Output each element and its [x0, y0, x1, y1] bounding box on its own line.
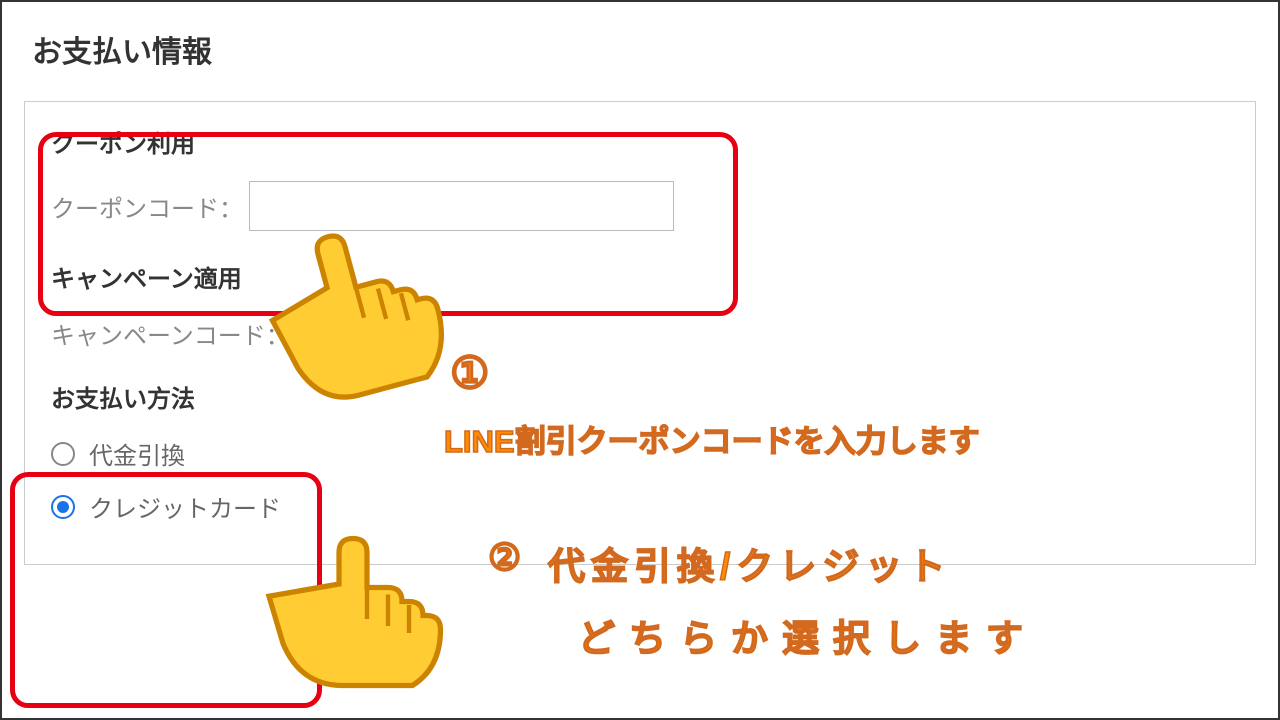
radio-icon[interactable] — [51, 495, 75, 519]
campaign-field-row: キャンペーンコード： — [51, 316, 1229, 351]
payment-method-section-label: お支払い方法 — [51, 379, 1229, 414]
campaign-section-label: キャンペーン適用 — [51, 259, 1229, 294]
coupon-code-label: クーポンコード： — [51, 189, 243, 224]
radio-icon[interactable] — [51, 442, 75, 466]
radio-label[interactable]: 代金引換 — [89, 436, 185, 471]
payment-option-credit[interactable]: クレジットカード — [51, 489, 1229, 524]
coupon-code-input[interactable] — [249, 181, 674, 231]
coupon-section-label: クーポン利用 — [51, 124, 1229, 159]
coupon-field-row: クーポンコード： — [51, 181, 1229, 231]
payment-option-cod[interactable]: 代金引換 — [51, 436, 1229, 471]
annotation-text-2b: どちらか選択します — [578, 608, 1037, 662]
payment-form-card: クーポン利用 クーポンコード： キャンペーン適用 キャンペーンコード： お支払い… — [24, 101, 1256, 565]
campaign-code-label: キャンペーンコード： — [51, 316, 290, 351]
page-title: お支払い情報 — [32, 27, 1256, 71]
radio-label[interactable]: クレジットカード — [89, 489, 281, 524]
